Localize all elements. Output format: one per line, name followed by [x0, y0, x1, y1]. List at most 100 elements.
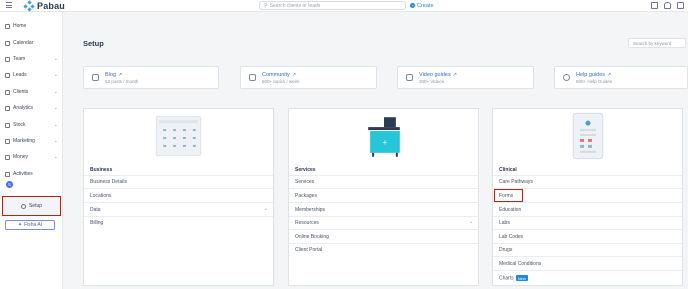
sidebar-item-label: Team [13, 56, 26, 62]
panel-clinical: Clinical Care Pathways Forms Education L… [492, 108, 683, 286]
sidebar-item-activities[interactable]: Activities [0, 169, 63, 179]
setup-link-memberships[interactable]: Memberships [295, 207, 325, 213]
setup-link-lab-codes[interactable]: Lab Codes [499, 234, 523, 240]
sidebar-item-marketing[interactable]: Marketing ⌄ [0, 136, 63, 146]
leads-icon [5, 72, 10, 78]
divider [493, 175, 682, 176]
bell-icon[interactable] [664, 2, 671, 9]
resource-title: Community [262, 71, 290, 78]
resource-title: Help guides [576, 71, 606, 78]
resource-card-video-guides[interactable]: Video guides ↗ 300+ Videos [397, 66, 534, 89]
setup-link-drugs[interactable]: Drugs [499, 247, 512, 253]
activities-count-badge: 5 [6, 181, 13, 188]
divider [493, 243, 682, 244]
chevron-down-icon: ⌄ [53, 56, 58, 62]
resource-subtitle: 300+ Videos [419, 78, 445, 84]
menu-icon[interactable] [6, 2, 12, 9]
sidebar-item-label: Calendar [13, 40, 34, 46]
forms-highlight-box [494, 189, 523, 202]
create-button[interactable]: + Create [410, 1, 434, 10]
divider [493, 216, 682, 217]
calendar-icon[interactable] [651, 2, 658, 9]
sidebar-item-analytics[interactable]: Analytics ⌄ [0, 103, 63, 113]
chevron-down-icon: ⌄ [53, 72, 58, 78]
keyword-search-input[interactable]: Search by keyword [628, 38, 686, 48]
plus-icon: + [410, 3, 415, 8]
fisha-ai-label: Fisha AI [24, 222, 43, 228]
clinical-illustration [572, 112, 604, 160]
window-icon[interactable] [677, 2, 684, 9]
sidebar-item-setup[interactable]: Setup [2, 196, 61, 216]
setup-link-data[interactable]: Data [90, 207, 101, 213]
panel-heading: Services [295, 167, 316, 173]
divider [84, 202, 273, 203]
divider [84, 175, 273, 176]
setup-link-charts[interactable]: Charts New [499, 275, 528, 281]
sidebar-item-home[interactable]: Home [0, 21, 63, 31]
setup-link-labs[interactable]: Labs [499, 220, 510, 226]
sidebar-item-label: Home [13, 23, 27, 29]
business-illustration [155, 115, 202, 157]
search-icon: ⚲ [264, 2, 268, 9]
sidebar-item-money[interactable]: Money ⌄ [0, 152, 63, 162]
logo-text: Pabau [37, 1, 66, 11]
setup-link-care-pathways[interactable]: Care Pathways [499, 179, 533, 185]
setup-link-services[interactable]: Services [295, 179, 314, 185]
panel-business: Business Business Details Locations Data… [83, 108, 274, 286]
sidebar-item-calendar[interactable]: Calendar [0, 38, 63, 48]
sidebar-item-label: Money [13, 154, 29, 160]
page-title: Setup [83, 39, 104, 48]
sidebar-item-label: Clients [13, 89, 29, 95]
resource-title: Video guides [419, 71, 451, 78]
charts-label: Charts [499, 275, 514, 282]
sidebar-item-label: Marketing [13, 138, 35, 144]
calendar-icon [5, 40, 10, 46]
divider [289, 188, 478, 189]
team-icon [5, 56, 10, 62]
sidebar-item-team[interactable]: Team ⌄ [0, 54, 63, 64]
global-search-input[interactable]: ⚲ Search clients or leads [259, 1, 406, 10]
sparkle-icon: ✦ [17, 222, 23, 228]
divider [289, 175, 478, 176]
activities-icon [5, 171, 10, 177]
setup-link-billing[interactable]: Billing [90, 220, 103, 226]
sidebar-item-stock[interactable]: Stock ⌄ [0, 120, 63, 130]
marketing-icon [5, 138, 10, 144]
divider [289, 202, 478, 203]
resource-title: Blog [105, 71, 117, 78]
services-illustration: + [368, 117, 400, 157]
main-content: Setup Search by keyword Blog ↗ 53 posts / … [64, 12, 688, 289]
sidebar-item-leads[interactable]: Leads ⌄ [0, 70, 63, 80]
sidebar-item-label: Leads [13, 72, 27, 78]
gear-icon [20, 203, 26, 209]
setup-link-client-portal[interactable]: Client Portal [295, 247, 322, 253]
divider [289, 216, 478, 217]
sidebar-item-clients[interactable]: Clients ⌄ [0, 87, 63, 97]
top-bar: Pabau ⚲ Search clients or leads + Create [0, 0, 688, 12]
external-link-icon: ↗ [607, 71, 612, 78]
setup-link-business-details[interactable]: Business Details [90, 179, 127, 185]
setup-link-education[interactable]: Education [499, 207, 521, 213]
setup-link-locations[interactable]: Locations [90, 193, 111, 199]
divider [493, 229, 682, 230]
external-link-icon: ↗ [291, 71, 297, 78]
resource-card-community[interactable]: Community ↗ 500+ topics / week [240, 66, 377, 89]
resource-card-help-guides[interactable]: Help guides ↗ 500+ Help Guides [554, 66, 688, 89]
logo[interactable]: Pabau [23, 0, 66, 12]
panel-heading: Business [90, 167, 113, 173]
fisha-ai-button[interactable]: ✦ Fisha AI [5, 220, 55, 230]
panel-heading: Clinical [499, 167, 517, 173]
video-icon [406, 74, 413, 81]
panel-services: + Services Services Packages Memberships… [288, 108, 479, 286]
setup-link-packages[interactable]: Packages [295, 193, 317, 199]
setup-label: Setup [28, 203, 43, 209]
clients-icon [5, 89, 10, 95]
setup-link-online-booking[interactable]: Online Booking [295, 234, 329, 240]
setup-link-medical-conditions[interactable]: Medical Conditions [499, 261, 541, 267]
chevron-down-icon[interactable]: ⌄ [469, 219, 473, 225]
sidebar-item-label: Stock [13, 122, 26, 128]
chevron-down-icon[interactable]: ⌄ [264, 206, 268, 212]
resource-card-blog[interactable]: Blog ↗ 53 posts / month [83, 66, 219, 89]
pencil-icon [92, 74, 99, 81]
setup-link-resources[interactable]: Resources [295, 220, 319, 226]
